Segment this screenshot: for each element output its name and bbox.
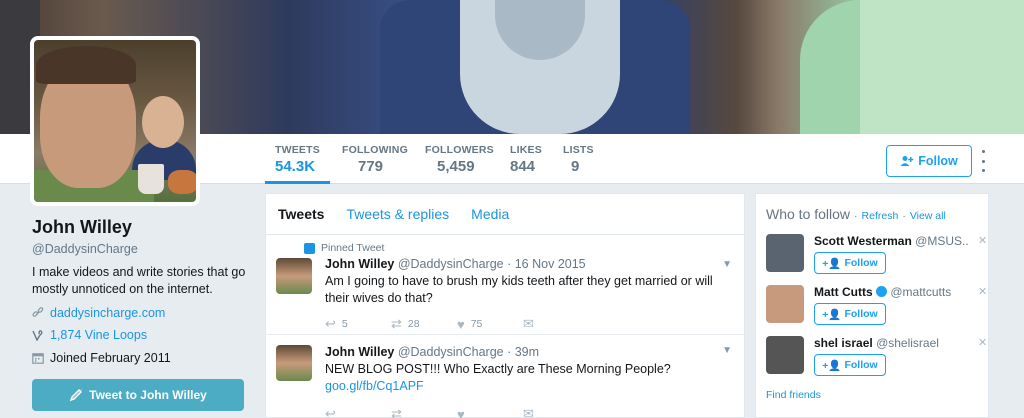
- heart-icon: ♥: [457, 406, 465, 418]
- wtf-title: Who to follow: [766, 206, 851, 222]
- reply-button[interactable]: ↩: [325, 406, 391, 418]
- tweet-avatar[interactable]: [276, 345, 312, 381]
- avatar[interactable]: [766, 336, 804, 374]
- add-user-icon: +👤: [822, 308, 842, 321]
- dm-button[interactable]: ✉: [523, 406, 589, 418]
- tweet-actions: ↩ ⇄ ♥ ✉: [325, 405, 732, 418]
- tweet-author[interactable]: John Willey: [325, 345, 394, 359]
- link-icon: [32, 307, 44, 319]
- calendar-icon: [32, 352, 44, 364]
- stat-tweets[interactable]: TWEETS 54.3K: [265, 144, 330, 184]
- add-user-icon: +👤: [822, 359, 842, 372]
- pinned-label: Pinned Tweet: [304, 241, 732, 255]
- tweet-text: Am I going to have to brush my kids teet…: [325, 274, 713, 305]
- tweet-meta[interactable]: @DaddysinCharge · 39m: [398, 345, 539, 359]
- find-friends-link[interactable]: Find friends: [766, 389, 821, 401]
- timeline-tabs: Tweets Tweets & replies Media: [266, 194, 744, 235]
- stat-followers[interactable]: FOLLOWERS 5,459: [425, 144, 494, 175]
- stat-following[interactable]: FOLLOWING 779: [342, 144, 408, 175]
- tweet-author[interactable]: John Willey: [325, 257, 394, 271]
- suggestion-item: shel israel @shelisrael +👤 Follow ✕: [766, 336, 988, 386]
- retweet-icon: ⇄: [391, 406, 402, 418]
- compose-icon: [69, 388, 83, 402]
- tab-tweets[interactable]: Tweets: [278, 206, 324, 222]
- add-user-icon: [900, 156, 914, 166]
- message-icon: ✉: [523, 316, 534, 331]
- stat-likes[interactable]: LIKES 844: [510, 144, 542, 175]
- tweet-avatar[interactable]: [276, 258, 312, 294]
- profile-website: daddysincharge.com: [32, 306, 165, 320]
- add-user-icon: +👤: [822, 257, 842, 270]
- timeline: Tweets Tweets & replies Media Pinned Twe…: [265, 193, 745, 418]
- tweet-actions: ↩ 5 ⇄ 28 ♥ 75 ✉: [325, 315, 732, 333]
- website-link[interactable]: daddysincharge.com: [50, 306, 165, 320]
- follow-button[interactable]: Follow: [886, 145, 972, 177]
- pin-icon: [304, 242, 315, 254]
- tweet[interactable]: John Willey @DaddysinCharge · 39m NEW BL…: [266, 335, 744, 418]
- tweet-meta[interactable]: @DaddysinCharge · 16 Nov 2015: [398, 257, 586, 271]
- like-button[interactable]: ♥ 75: [457, 317, 523, 332]
- dm-button[interactable]: ✉: [523, 316, 589, 332]
- reply-icon: ↩: [325, 406, 336, 418]
- retweet-button[interactable]: ⇄ 28: [391, 316, 457, 332]
- stat-lists[interactable]: LISTS 9: [563, 144, 594, 175]
- chevron-down-icon[interactable]: ▼: [722, 259, 732, 270]
- verified-icon: [876, 286, 888, 297]
- retweet-button[interactable]: ⇄: [391, 406, 457, 418]
- vine-loops-link[interactable]: 1,874 Vine Loops: [50, 328, 147, 342]
- close-icon[interactable]: ✕: [978, 234, 987, 247]
- suggestion-item: Matt Cutts @mattcutts +👤 Follow ✕: [766, 285, 988, 335]
- tweet-text: NEW BLOG POST!!! Who Exactly are These M…: [325, 362, 671, 393]
- vine-icon: [32, 329, 44, 341]
- view-all-link[interactable]: View all: [910, 210, 946, 222]
- close-icon[interactable]: ✕: [978, 336, 987, 349]
- heart-icon: ♥: [457, 316, 465, 332]
- reply-icon: ↩: [325, 316, 336, 331]
- profile-vine: 1,874 Vine Loops: [32, 328, 147, 342]
- suggestion-follow-button[interactable]: +👤 Follow: [814, 252, 886, 274]
- message-icon: ✉: [523, 406, 534, 418]
- chevron-down-icon[interactable]: ▼: [722, 345, 732, 356]
- tab-tweets-replies[interactable]: Tweets & replies: [346, 206, 449, 222]
- tab-media[interactable]: Media: [471, 206, 509, 222]
- tweet-to-button[interactable]: Tweet to John Willey: [32, 379, 244, 411]
- avatar[interactable]: [766, 285, 804, 323]
- like-button[interactable]: ♥: [457, 407, 523, 418]
- profile-name[interactable]: John Willey: [32, 217, 132, 238]
- refresh-link[interactable]: Refresh: [862, 210, 899, 222]
- who-to-follow: Who to follow · Refresh · View all Scott…: [755, 193, 989, 418]
- more-options-icon[interactable]: [978, 150, 988, 172]
- profile-joined: Joined February 2011: [32, 351, 171, 365]
- profile-avatar[interactable]: [30, 36, 200, 206]
- retweet-icon: ⇄: [391, 316, 402, 331]
- close-icon[interactable]: ✕: [978, 285, 987, 298]
- tweet-link[interactable]: goo.gl/fb/Cq1APF: [325, 379, 424, 393]
- suggestion-follow-button[interactable]: +👤 Follow: [814, 303, 886, 325]
- reply-button[interactable]: ↩ 5: [325, 316, 391, 332]
- profile-handle: @DaddysinCharge: [32, 242, 138, 256]
- suggestion-follow-button[interactable]: +👤 Follow: [814, 354, 886, 376]
- suggestion-item: Scott Westerman @MSUS.. +👤 Follow ✕: [766, 234, 988, 284]
- avatar[interactable]: [766, 234, 804, 272]
- profile-bio: I make videos and write stories that go …: [32, 265, 246, 296]
- tweet-pinned[interactable]: Pinned Tweet John Willey @DaddysinCharge…: [266, 235, 744, 335]
